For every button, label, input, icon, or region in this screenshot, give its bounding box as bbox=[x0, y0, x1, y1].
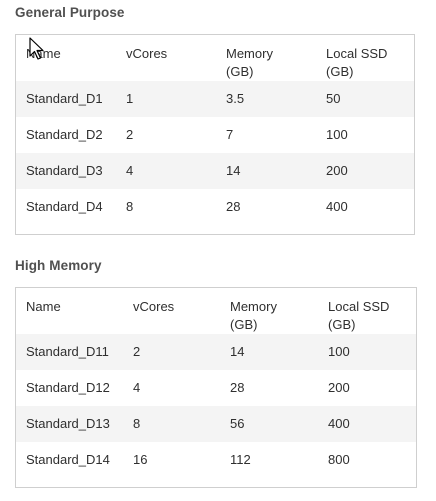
cell-memory: 14 bbox=[216, 153, 316, 189]
cell-vcores: 2 bbox=[123, 334, 220, 370]
cell-memory: 28 bbox=[226, 199, 241, 214]
cell-vcores: 4 bbox=[116, 153, 216, 189]
table-row: Standard_D3 4 14 200 bbox=[16, 153, 414, 189]
column-header-local-ssd: Local SSD (GB) bbox=[328, 299, 390, 332]
cell-memory: 56 bbox=[220, 406, 318, 442]
cell-local-ssd: 400 bbox=[326, 199, 348, 214]
cell-vcores: 1 bbox=[116, 81, 216, 117]
table-header-row: Name vCores Memory (GB) Local SSD (GB) bbox=[16, 35, 414, 81]
cell-local-ssd: 100 bbox=[318, 334, 416, 370]
section-title-high-memory: High Memory bbox=[15, 258, 102, 273]
cell-memory: 3.5 bbox=[216, 81, 316, 117]
cell-name: Standard_D2 bbox=[26, 127, 103, 142]
cell-vcores: 4 bbox=[133, 380, 141, 395]
cell-vcores: 2 bbox=[126, 127, 134, 142]
cell-name: Standard_D14 bbox=[26, 452, 110, 467]
table-row: Standard_D12 4 28 200 bbox=[16, 370, 416, 406]
column-header-vcores: vCores bbox=[126, 46, 168, 61]
cell-local-ssd: 800 bbox=[328, 452, 350, 467]
cell-name: Standard_D13 bbox=[16, 406, 123, 442]
cell-local-ssd: 400 bbox=[318, 406, 416, 442]
column-header-memory: Memory (GB) bbox=[230, 299, 277, 332]
table-row: Standard_D14 16 112 800 bbox=[16, 442, 416, 478]
table-row: Standard_D13 8 56 400 bbox=[16, 406, 416, 442]
mouse-pointer-icon bbox=[29, 37, 44, 60]
cell-vcores: 8 bbox=[123, 406, 220, 442]
cell-name: Standard_D11 bbox=[16, 334, 123, 370]
cell-name: Standard_D4 bbox=[26, 199, 103, 214]
cell-local-ssd: 200 bbox=[316, 153, 414, 189]
cell-name: Standard_D12 bbox=[26, 380, 110, 395]
table-row: Standard_D1 1 3.5 50 bbox=[16, 81, 414, 117]
cell-memory: 28 bbox=[230, 380, 245, 395]
cell-memory: 14 bbox=[220, 334, 318, 370]
cell-local-ssd: 50 bbox=[316, 81, 414, 117]
cell-local-ssd: 100 bbox=[326, 127, 348, 142]
column-header-local-ssd: Local SSD (GB) bbox=[326, 46, 388, 79]
cell-name: Standard_D1 bbox=[16, 81, 116, 117]
cell-vcores: 16 bbox=[133, 452, 148, 467]
high-memory-table: Name vCores Memory (GB) Local SSD (GB) Sta… bbox=[15, 287, 417, 488]
cell-memory: 112 bbox=[230, 452, 251, 467]
table-row: Standard_D4 8 28 400 bbox=[16, 189, 414, 225]
table-header-row: Name vCores Memory (GB) Local SSD (GB) bbox=[16, 288, 416, 334]
cell-memory: 7 bbox=[226, 127, 234, 142]
general-purpose-table: Name vCores Memory (GB) Local SSD (GB) Sta… bbox=[15, 34, 415, 235]
section-title-general-purpose: General Purpose bbox=[15, 5, 125, 20]
table-row: Standard_D2 2 7 100 bbox=[16, 117, 414, 153]
column-header-vcores: vCores bbox=[133, 299, 175, 314]
column-header-memory: Memory (GB) bbox=[226, 46, 273, 79]
table-row: Standard_D11 2 14 100 bbox=[16, 334, 416, 370]
cell-name: Standard_D3 bbox=[16, 153, 116, 189]
column-header-name: Name bbox=[26, 299, 61, 314]
cell-local-ssd: 200 bbox=[328, 380, 350, 395]
cell-vcores: 8 bbox=[126, 199, 134, 214]
